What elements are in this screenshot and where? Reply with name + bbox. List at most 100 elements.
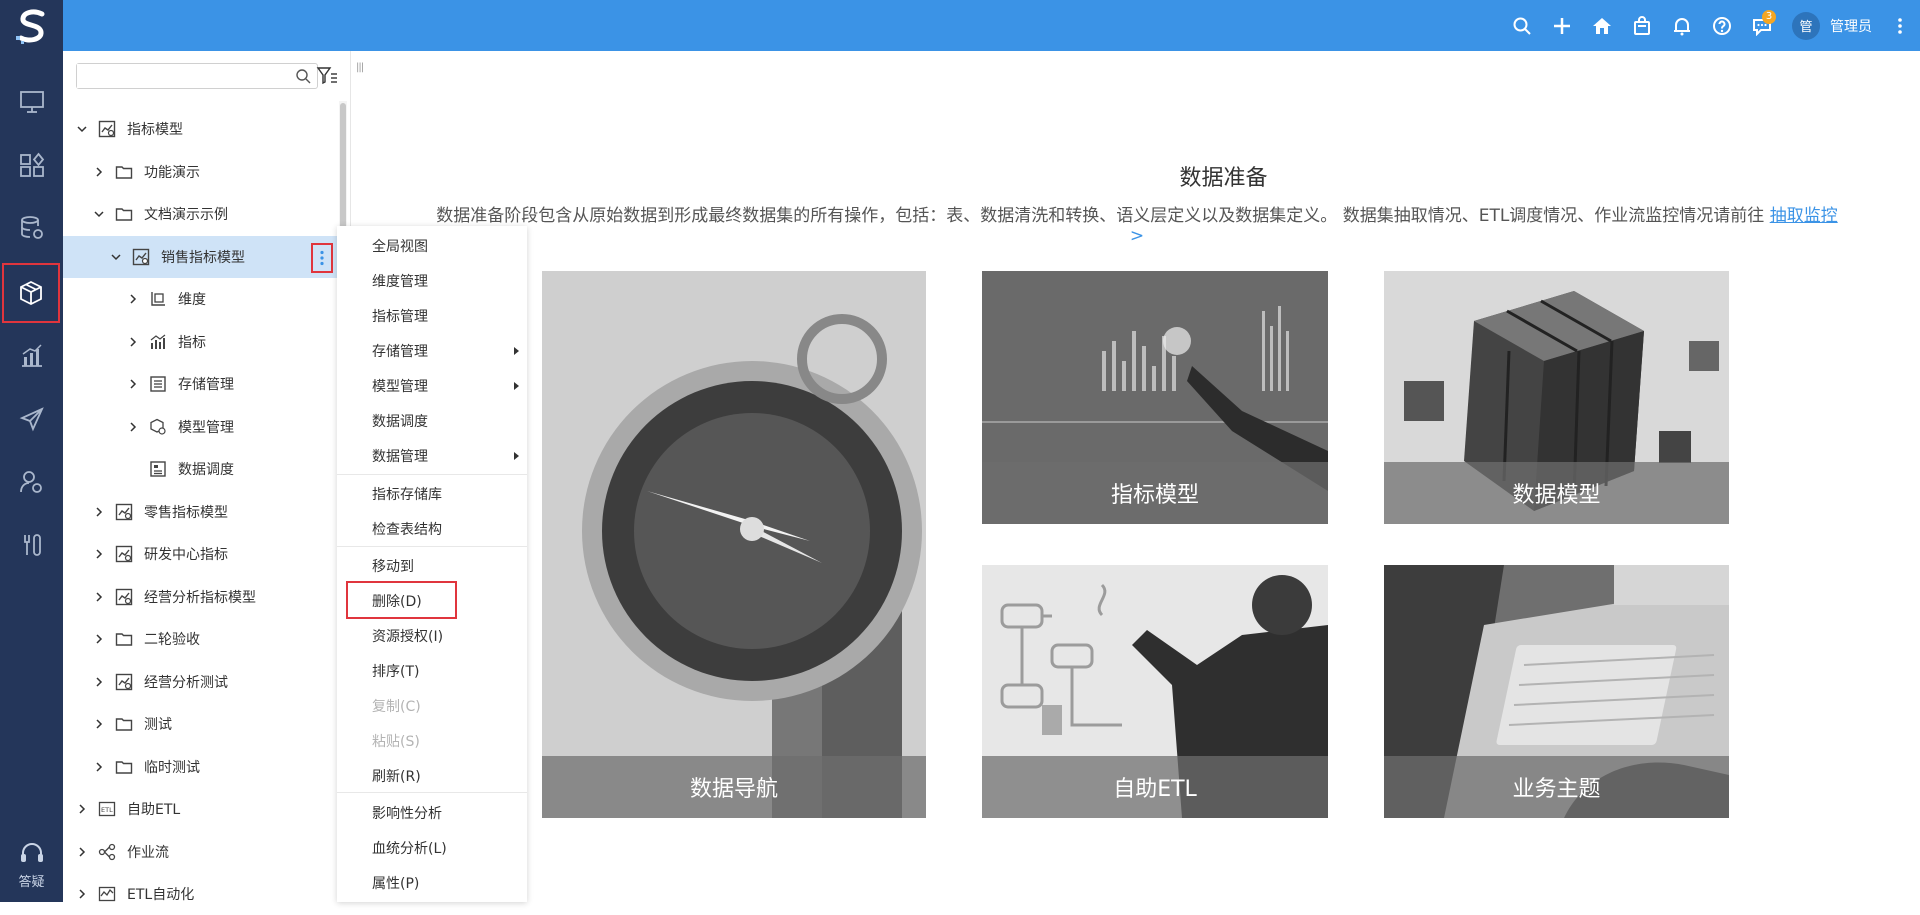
context-menu-item[interactable]: 检查表结构 bbox=[337, 511, 527, 546]
tree-node[interactable]: 销售指标模型 bbox=[63, 235, 339, 278]
tree-node[interactable]: 模型管理 bbox=[63, 406, 339, 448]
plus-icon[interactable] bbox=[1542, 0, 1582, 51]
tree-node[interactable]: 维度 bbox=[63, 278, 339, 320]
help-icon[interactable] bbox=[1702, 0, 1742, 51]
context-menu-item[interactable]: 血统分析(L) bbox=[337, 830, 527, 865]
context-menu-item[interactable]: 数据调度 bbox=[337, 403, 527, 438]
tree-search-input[interactable] bbox=[77, 64, 287, 88]
chevron-right-icon[interactable] bbox=[92, 590, 106, 604]
context-menu-item[interactable]: 影响性分析 bbox=[337, 795, 527, 830]
tree-node[interactable]: 作业流 bbox=[63, 831, 339, 873]
context-menu-item[interactable]: 模型管理 bbox=[337, 368, 527, 403]
context-menu-item[interactable]: 指标存储库 bbox=[337, 476, 527, 511]
tree-node[interactable]: 指标模型 bbox=[63, 108, 339, 150]
chevron-right-icon[interactable] bbox=[92, 717, 106, 731]
tree-node[interactable]: 零售指标模型 bbox=[63, 491, 339, 533]
vertical-dots-icon bbox=[320, 250, 324, 265]
bag-icon[interactable] bbox=[1622, 0, 1662, 51]
chevron-right-icon[interactable] bbox=[92, 505, 106, 519]
tree-node[interactable]: 经营分析测试 bbox=[63, 661, 339, 703]
filter-icon[interactable] bbox=[316, 65, 338, 87]
send-icon[interactable] bbox=[0, 389, 63, 449]
context-menu-item[interactable]: 数据管理 bbox=[337, 438, 527, 473]
tree-node[interactable]: 存储管理 bbox=[63, 363, 339, 405]
card-self-service-etl[interactable]: 自助ETL bbox=[982, 565, 1328, 818]
more-icon[interactable] bbox=[1888, 0, 1912, 51]
tree-node[interactable]: ETL 自助ETL bbox=[63, 788, 339, 830]
tree-node-label: 二轮验收 bbox=[144, 632, 200, 648]
chevron-down-icon[interactable] bbox=[92, 207, 106, 221]
tools-icon[interactable] bbox=[0, 515, 63, 575]
context-menu-item-label: 刷新(R) bbox=[372, 768, 421, 785]
tree-node[interactable]: 经营分析指标模型 bbox=[63, 576, 339, 618]
chat-icon[interactable]: 3 bbox=[1742, 0, 1782, 51]
chevron-right-icon[interactable] bbox=[75, 802, 89, 816]
menu-divider bbox=[337, 546, 527, 547]
home-icon[interactable] bbox=[1582, 0, 1622, 51]
apps-icon[interactable] bbox=[0, 135, 63, 195]
monitor-icon[interactable] bbox=[0, 72, 63, 132]
metric-model-icon bbox=[97, 119, 117, 139]
chevron-right-icon[interactable] bbox=[92, 632, 106, 646]
storage-icon bbox=[148, 374, 168, 394]
tree-node[interactable]: 二轮验收 bbox=[63, 618, 339, 660]
context-menu-item-label: 模型管理 bbox=[372, 378, 428, 395]
card-data-model[interactable]: 数据模型 bbox=[1384, 271, 1729, 524]
tree-node-label: 经营分析测试 bbox=[144, 674, 228, 691]
chevron-down-icon[interactable] bbox=[75, 122, 89, 136]
logo[interactable] bbox=[0, 0, 63, 51]
tree-node[interactable]: ETL自动化 bbox=[63, 873, 339, 915]
chevron-right-icon[interactable] bbox=[92, 165, 106, 179]
chevron-right-icon[interactable] bbox=[75, 845, 89, 859]
card-data-navigation[interactable]: 数据导航 bbox=[542, 271, 926, 818]
context-menu-item-label: 排序(T) bbox=[372, 663, 420, 680]
folder-icon bbox=[114, 204, 134, 224]
bell-icon[interactable] bbox=[1662, 0, 1702, 51]
chevron-right-icon[interactable] bbox=[126, 292, 140, 306]
username[interactable]: 管理员 bbox=[1830, 16, 1872, 36]
tree-node[interactable]: 指标 bbox=[63, 321, 339, 363]
node-more-options-button[interactable] bbox=[311, 242, 333, 273]
tree-node[interactable]: 测试 bbox=[63, 703, 339, 745]
context-menu-item[interactable]: 指标管理 bbox=[337, 298, 527, 333]
tree-node-label: 模型管理 bbox=[178, 419, 234, 436]
database-gear-icon[interactable] bbox=[0, 198, 63, 258]
tree-node[interactable]: 功能演示 bbox=[63, 151, 339, 193]
chevron-right-icon[interactable] bbox=[126, 335, 140, 349]
context-menu-item[interactable]: 存储管理 bbox=[337, 333, 527, 368]
chevron-right-icon[interactable] bbox=[92, 675, 106, 689]
pane-resize-handle[interactable]: ||| bbox=[356, 62, 364, 73]
search-icon[interactable] bbox=[295, 68, 311, 84]
tree-node[interactable]: 研发中心指标 bbox=[63, 533, 339, 575]
tree-node[interactable]: 临时测试 bbox=[63, 746, 339, 788]
chevron-right-icon[interactable] bbox=[126, 420, 140, 434]
context-menu-item[interactable]: 移动到 bbox=[337, 548, 527, 583]
user-gear-icon[interactable] bbox=[0, 452, 63, 512]
context-menu-item[interactable]: 刷新(R) bbox=[337, 758, 527, 793]
tree-node[interactable]: 文档演示示例 bbox=[63, 193, 339, 235]
context-menu-item[interactable]: 排序(T) bbox=[337, 653, 527, 688]
card-metric-model[interactable]: 指标模型 bbox=[982, 271, 1328, 524]
tree-search-box bbox=[76, 63, 318, 89]
tree-node-label: 测试 bbox=[144, 717, 172, 733]
chevron-right-icon[interactable] bbox=[126, 377, 140, 391]
folder-icon bbox=[114, 629, 134, 649]
avatar[interactable]: 管 bbox=[1792, 11, 1820, 40]
card-business-theme[interactable]: 业务主题 bbox=[1384, 565, 1729, 818]
chevron-right-icon[interactable] bbox=[75, 887, 89, 901]
context-menu-item[interactable]: 资源授权(I) bbox=[337, 618, 527, 653]
etl-icon: ETL bbox=[97, 799, 117, 819]
chevron-right-icon[interactable] bbox=[92, 547, 106, 561]
help-center[interactable]: 答疑 bbox=[0, 841, 63, 890]
context-menu-item[interactable]: 维度管理 bbox=[337, 263, 527, 298]
chevron-right-icon[interactable] bbox=[92, 760, 106, 774]
cube-icon[interactable] bbox=[2, 263, 60, 323]
tree-node[interactable]: 数据调度 bbox=[63, 448, 339, 490]
bar-chart-icon[interactable] bbox=[0, 326, 63, 386]
chevron-down-icon[interactable] bbox=[109, 250, 123, 264]
context-menu-item[interactable]: 属性(P) bbox=[337, 865, 527, 900]
context-menu-item-label: 数据管理 bbox=[372, 448, 428, 465]
extract-monitor-link-arrow[interactable]: > bbox=[1130, 226, 1144, 246]
search-icon[interactable] bbox=[1502, 0, 1542, 51]
extract-monitor-link[interactable]: 抽取监控 bbox=[1770, 206, 1838, 226]
